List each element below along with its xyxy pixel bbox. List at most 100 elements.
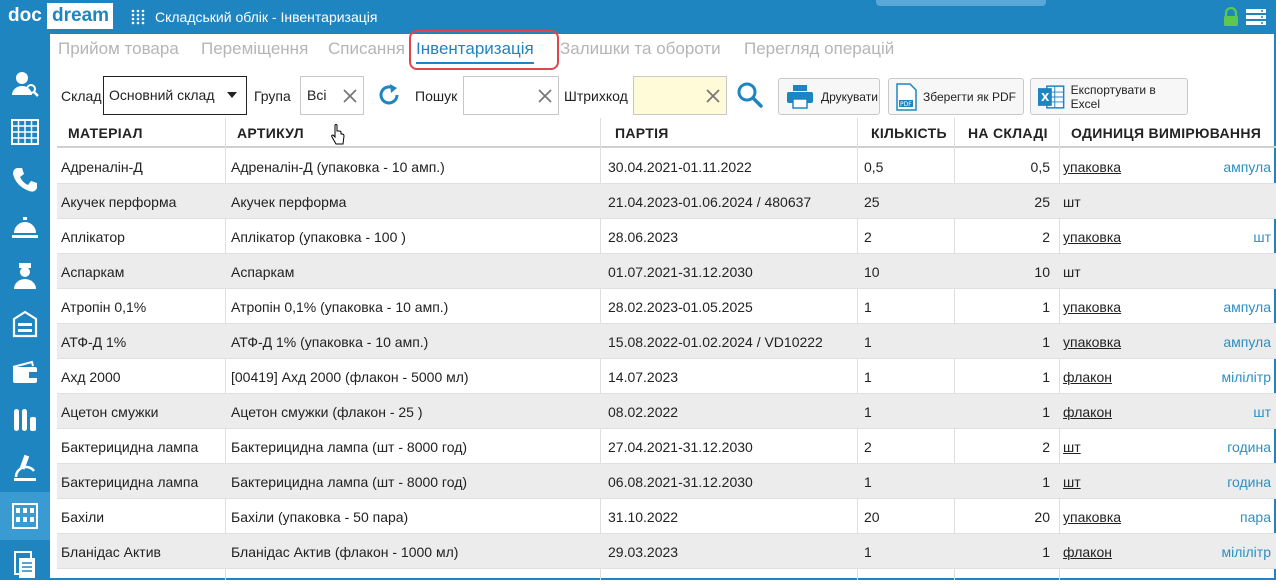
table-row[interactable]: Акучек перформа Акучек перформа 21.04.2023…: [57, 184, 1276, 219]
cell-subunit: пара: [1240, 509, 1271, 525]
sidebar-item-lab[interactable]: [0, 396, 50, 444]
apps-grid-icon[interactable]: [130, 9, 146, 25]
column-header-material[interactable]: МАТЕРІАЛ: [68, 125, 143, 141]
cell-article: Бактерицидна лампа (шт - 8000 год): [231, 439, 468, 455]
print-button[interactable]: Друкувати: [778, 78, 880, 115]
cell-subunit: ампула: [1223, 159, 1271, 175]
column-header-in-stock[interactable]: НА СКЛАДІ: [968, 125, 1048, 141]
sidebar-item-reception[interactable]: [0, 204, 50, 252]
table-row[interactable]: Ахд 2000 [00419] Ахд 2000 (флакон - 5000 …: [57, 359, 1276, 394]
cell-unit[interactable]: упаковка: [1063, 299, 1121, 315]
tab-balances[interactable]: Залишки та обороти: [560, 38, 721, 64]
user-search-icon: [12, 72, 39, 97]
sidebar-item-finance[interactable]: [0, 348, 50, 396]
tab-transfer[interactable]: Переміщення: [201, 38, 308, 64]
cell-unit[interactable]: флакон: [1063, 404, 1112, 420]
cell-in-stock: 25: [1034, 194, 1050, 210]
sidebar-item-services[interactable]: [0, 300, 50, 348]
doctor-icon: [14, 263, 36, 289]
save-pdf-button[interactable]: PDF Зберегти як PDF: [888, 78, 1024, 115]
app-logo[interactable]: doc dream: [0, 0, 116, 34]
column-header-quantity[interactable]: КІЛЬКІСТЬ: [871, 125, 947, 141]
cell-quantity: 2: [864, 439, 872, 455]
report-icon: [14, 551, 35, 578]
table-row[interactable]: Бахіли Бахіли (упаковка - 50 пара) 31.10.2…: [57, 499, 1276, 534]
table-row[interactable]: АТФ-Д 1% АТФ-Д 1% (упаковка - 10 амп.) 15.…: [57, 324, 1276, 359]
sidebar-item-schedule[interactable]: [0, 108, 50, 156]
clear-search-icon[interactable]: [536, 87, 554, 105]
cell-material: Аплікатор: [61, 229, 125, 245]
cell-subunit: година: [1227, 474, 1271, 490]
cell-in-stock: 20: [1034, 509, 1050, 525]
table-row[interactable]: Аплікатор Аплікатор (упаковка - 100 ) 28.0…: [57, 219, 1276, 254]
sidebar-item-doctors[interactable]: [0, 252, 50, 300]
cell-article: Атропін 0,1% (упаковка - 10 амп.): [231, 299, 449, 315]
clear-barcode-icon[interactable]: [704, 87, 722, 105]
cell-unit[interactable]: упаковка: [1063, 229, 1121, 245]
excel-icon: X: [1037, 84, 1065, 109]
tab-receipt[interactable]: Прийом товара: [58, 38, 179, 64]
cell-material: Ацетон смужки: [61, 404, 159, 420]
search-input[interactable]: [463, 76, 559, 115]
table-row[interactable]: Бактерицидна лампа Бактерицидна лампа (шт…: [57, 429, 1276, 464]
top-center-tab[interactable]: [876, 0, 1046, 6]
sidebar-item-reports[interactable]: [0, 540, 50, 588]
cell-batch: 14.07.2023: [608, 369, 679, 385]
cell-unit[interactable]: шт: [1063, 474, 1081, 490]
cell-in-stock: 1: [1042, 334, 1050, 350]
cell-quantity: 1: [864, 299, 872, 315]
cell-unit[interactable]: упаковка: [1063, 509, 1121, 525]
clear-group-icon[interactable]: [341, 87, 359, 105]
active-tab-highlight: [409, 30, 559, 70]
cell-material: АТФ-Д 1%: [61, 334, 127, 350]
table-header: МАТЕРІАЛ АРТИКУЛ ПАРТІЯ КІЛЬКІСТЬ НА СКЛ…: [57, 118, 1276, 148]
table-row[interactable]: Атропін 0,1% Атропін 0,1% (упаковка - 10 …: [57, 289, 1276, 324]
warehouse-select[interactable]: Основний склад: [103, 76, 247, 115]
cell-batch: 30.04.2021-01.11.2022: [608, 159, 752, 175]
cell-subunit: мілілітр: [1221, 544, 1272, 560]
tab-write-off[interactable]: Списання: [328, 38, 405, 64]
group-field-value: Всі: [307, 87, 327, 103]
refresh-icon[interactable]: [376, 82, 402, 108]
warehouse-icon: [12, 503, 38, 529]
cell-subunit: шт: [1253, 229, 1271, 245]
cell-batch: 06.08.2021-31.12.2030: [608, 474, 753, 490]
table-row[interactable]: Аспаркам Аспаркам 01.07.2021-31.12.2030 10 1…: [57, 254, 1276, 289]
cell-unit[interactable]: упаковка: [1063, 334, 1121, 350]
mouse-cursor-icon: [331, 124, 345, 145]
tab-operations[interactable]: Перегляд операцій: [744, 38, 894, 64]
cell-batch: 28.06.2023: [608, 229, 679, 245]
search-icon[interactable]: [736, 81, 764, 109]
cell-quantity: 1: [864, 474, 872, 490]
cell-subunit: ампула: [1223, 334, 1271, 350]
group-field[interactable]: Всі: [300, 76, 364, 115]
cell-unit[interactable]: флакон: [1063, 544, 1112, 560]
lock-icon[interactable]: [1222, 7, 1240, 27]
cell-unit[interactable]: флакон: [1063, 369, 1112, 385]
column-header-unit[interactable]: ОДИНИЦЯ ВИМІРЮВАННЯ: [1071, 125, 1261, 141]
cell-in-stock: 1: [1042, 474, 1050, 490]
table-row[interactable]: Ацетон смужки Ацетон смужки (флакон - 25 …: [57, 394, 1276, 429]
cell-material: Аспаркам: [61, 264, 125, 280]
cell-batch: 29.03.2023: [608, 544, 679, 560]
cell-unit: шт: [1063, 264, 1081, 280]
table-row[interactable]: Бактерицидна лампа Бактерицидна лампа (шт…: [57, 464, 1276, 499]
export-excel-button[interactable]: X Експортувати в Excel: [1030, 78, 1188, 115]
barcode-input[interactable]: [633, 76, 727, 115]
cell-unit[interactable]: шт: [1063, 439, 1081, 455]
sidebar-item-patients[interactable]: [0, 60, 50, 108]
table-row[interactable]: Адреналін-Д Адреналін-Д (упаковка - 10 ам…: [57, 149, 1276, 184]
cell-unit: шт: [1063, 194, 1081, 210]
sidebar-item-warehouse[interactable]: [0, 492, 50, 540]
table-row[interactable]: Бланідас Актив Бланідас Актив (флакон - 1…: [57, 534, 1276, 569]
sidebar-item-diagnostics[interactable]: [0, 444, 50, 492]
search-label: Пошук: [415, 88, 458, 104]
column-header-article[interactable]: АРТИКУЛ: [237, 125, 304, 141]
server-icon[interactable]: [1246, 8, 1266, 26]
cell-article: Аплікатор (упаковка - 100 ): [231, 229, 406, 245]
microscope-icon: [14, 454, 36, 481]
cell-unit[interactable]: упаковка: [1063, 159, 1121, 175]
cell-subunit: година: [1227, 439, 1271, 455]
column-header-batch[interactable]: ПАРТІЯ: [615, 125, 669, 141]
sidebar-item-calls[interactable]: [0, 156, 50, 204]
